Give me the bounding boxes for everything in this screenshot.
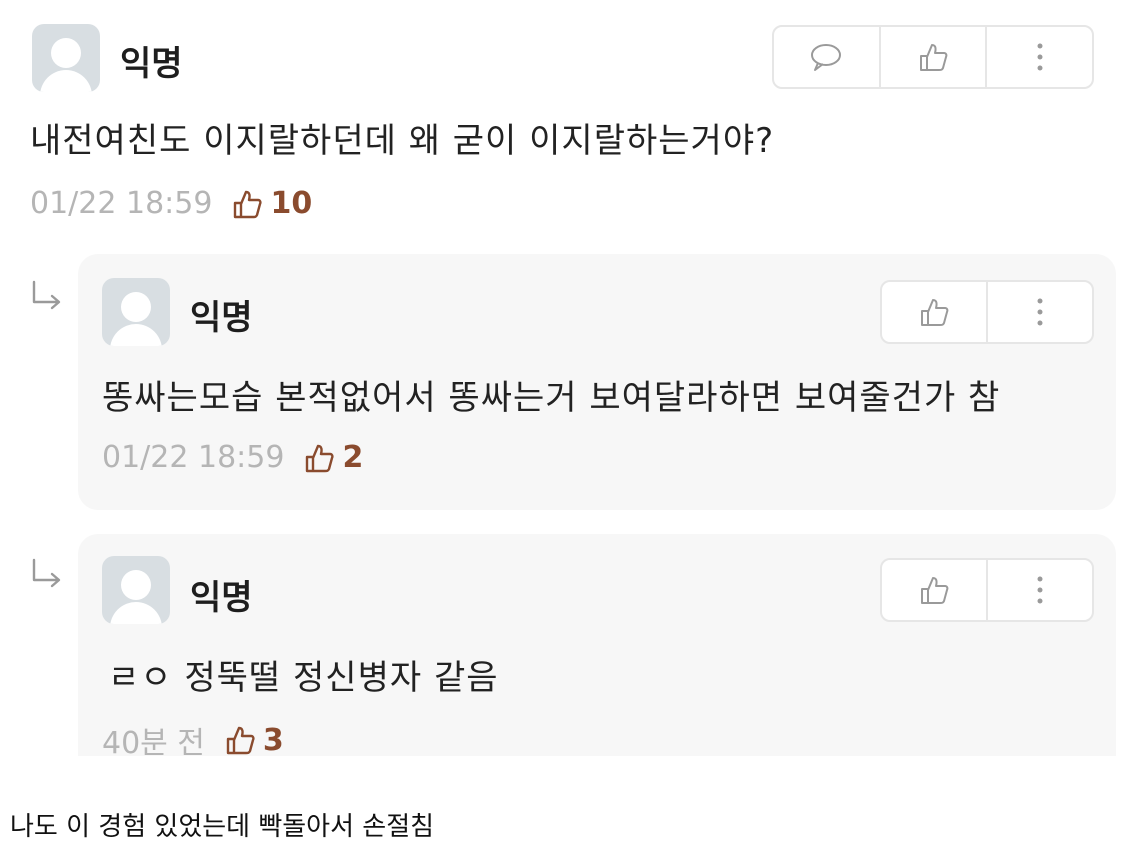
vertical-dots-icon [1037,576,1043,604]
thumbs-up-icon [921,299,949,326]
post-caption: 나도 이 경험 있었는데 빡돌아서 손절침 [10,812,435,842]
vertical-dots-icon [1037,43,1043,71]
vertical-dots-icon [1037,298,1043,326]
like-count[interactable]: 3 [223,723,284,758]
avatar [102,556,170,624]
like-count[interactable]: 2 [302,440,363,475]
more-options-button[interactable] [985,27,1092,87]
reply-actions [880,280,1094,344]
comment-author: 익명 [120,44,183,84]
reply-author: 익명 [190,298,253,338]
reply-meta: 01/22 18:59 2 [102,440,363,475]
avatar [102,278,170,346]
reply-time: 01/22 18:59 [102,440,285,475]
reply-arrow-icon [32,558,61,588]
speech-bubble-icon [811,44,842,71]
comment-content: 내전여친도 이지랄하던데 왜 굳이 이지랄하는거야? [30,121,775,161]
reply-content: ㄹㅇ 정뚝떨 정신병자 같음 [108,658,499,698]
thumbs-up-icon [306,444,335,472]
like-count-value: 3 [262,722,284,758]
reply-meta: 40분 전 3 [102,718,284,762]
thumbs-up-icon [226,726,255,755]
comment-meta: 01/22 18:59 10 [30,186,312,221]
like-button[interactable] [882,560,986,620]
comment-actions [772,25,1094,89]
reply-content: 똥싸는모습 본적없어서 똥싸는거 보여달라하면 보여줄건가 참 [102,378,1001,418]
like-count-value: 10 [270,186,313,221]
like-button[interactable] [882,282,986,342]
more-options-button[interactable] [986,282,1092,342]
reply-author: 익명 [190,578,253,618]
reply-time: 40분 전 [102,726,205,761]
like-count[interactable]: 10 [230,186,312,221]
thumbs-up-icon [921,577,949,604]
like-button[interactable] [878,27,986,87]
thumbs-up-icon [234,190,263,218]
comment-time: 01/22 18:59 [30,186,213,221]
reply-comment-button[interactable] [774,27,879,87]
reply-actions [880,558,1094,622]
thumbs-up-icon [920,44,948,71]
reply-arrow-icon [32,280,61,310]
like-count-value: 2 [342,440,364,475]
avatar [32,24,100,92]
more-options-button[interactable] [986,560,1092,620]
